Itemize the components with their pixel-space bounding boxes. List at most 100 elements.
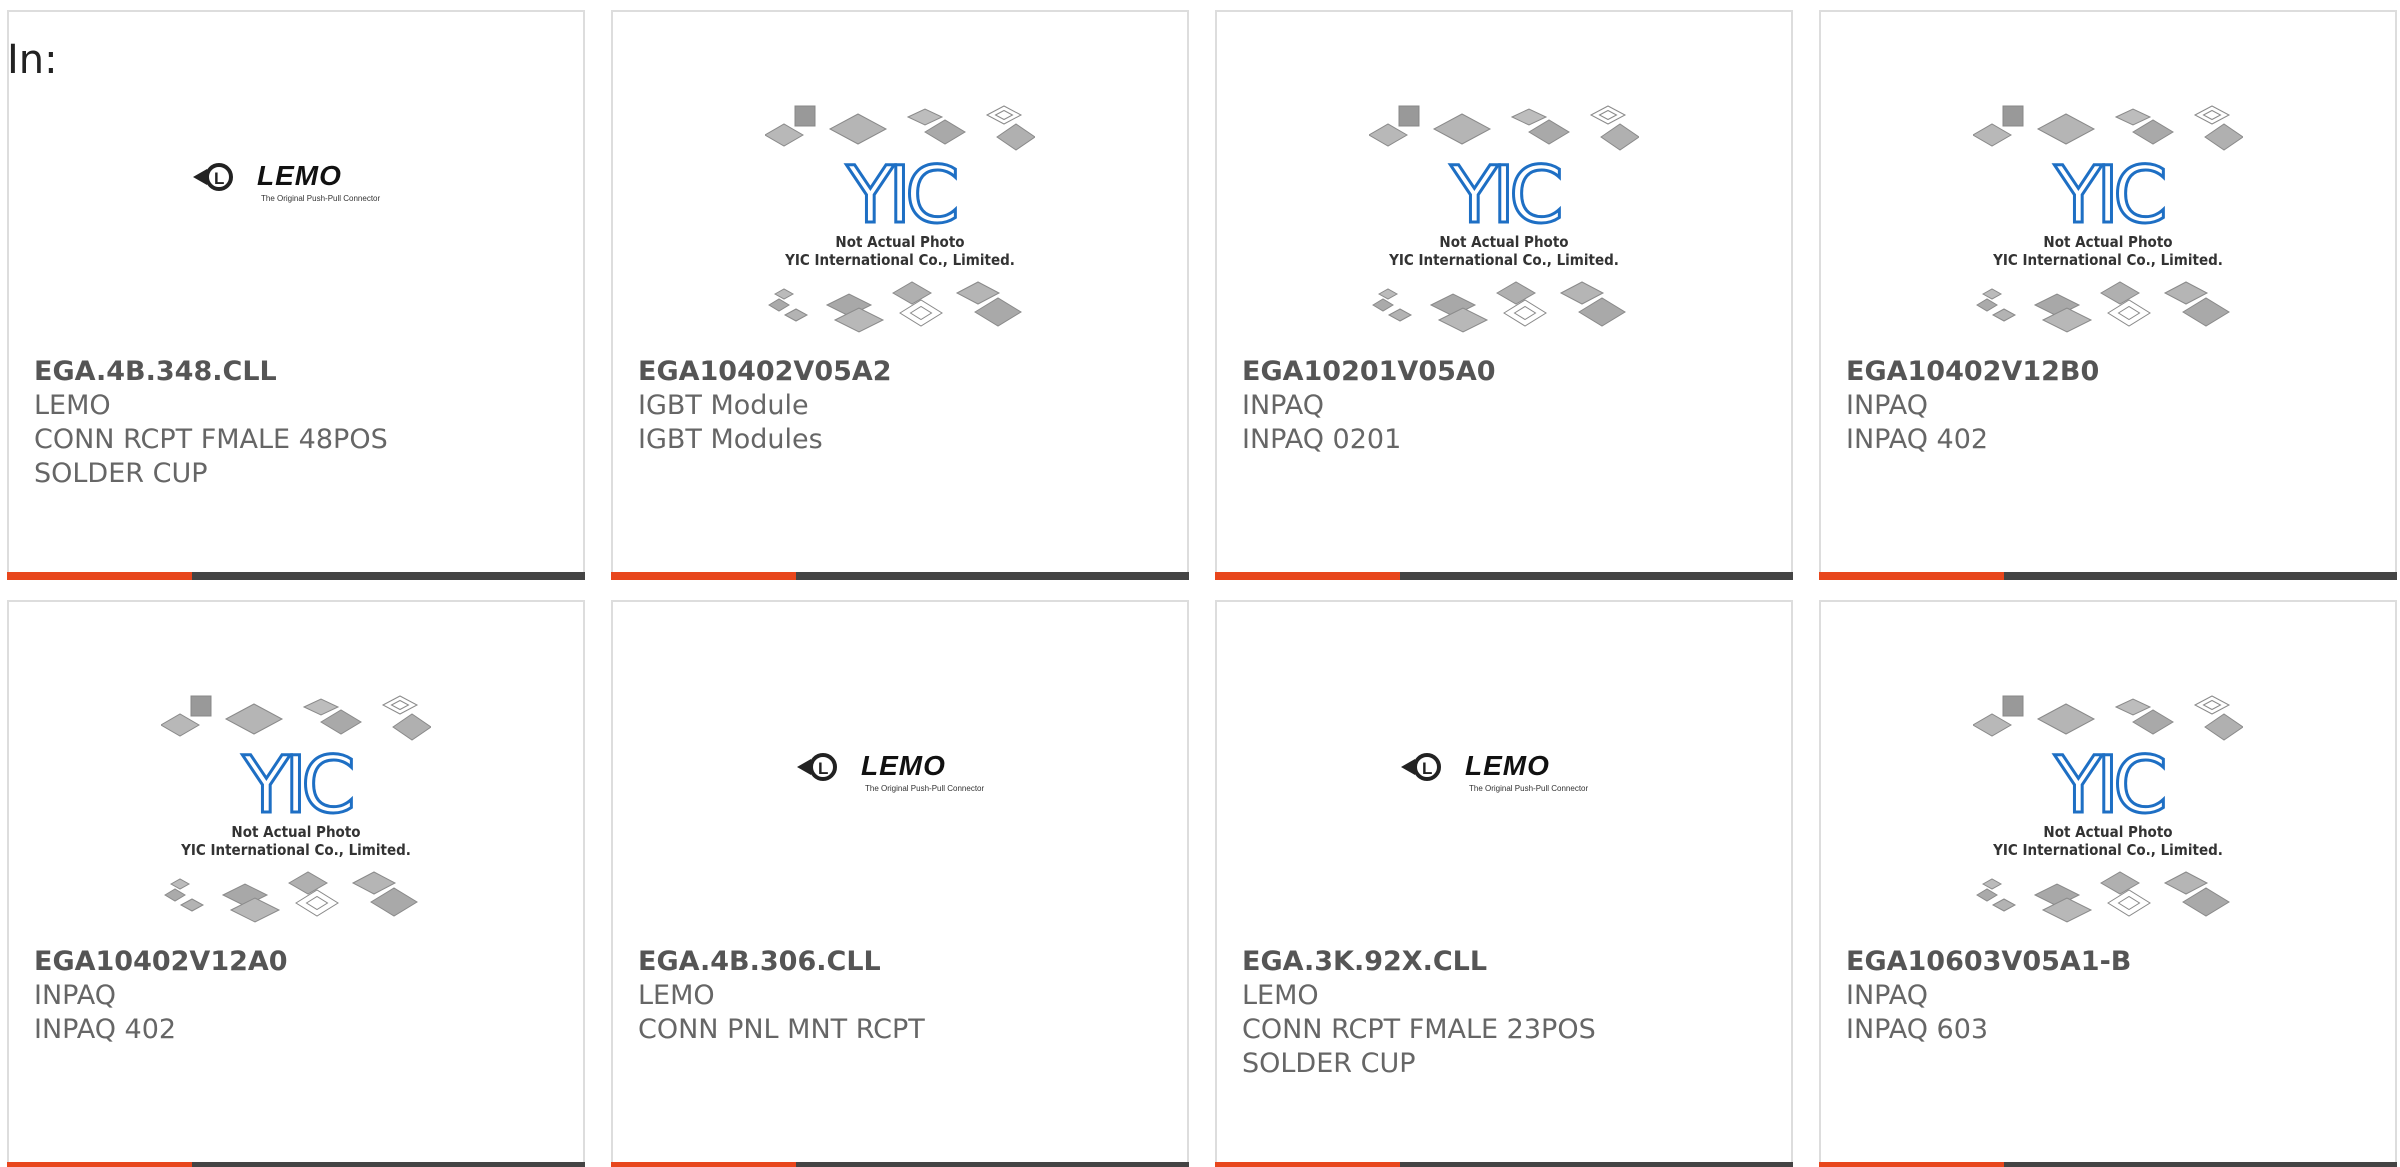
yic-logo: YIC <box>2053 151 2164 241</box>
product-card[interactable]: L LEMO The Original Push-Pull Connector EGA… <box>7 10 585 580</box>
product-info: EGA.3K.92X.CLL LEMO CONN RCPT FMALE 23POS S… <box>1242 945 1771 1081</box>
product-info: EGA10402V12B0 INPAQ INPAQ 402 <box>1846 355 2375 457</box>
product-image[interactable]: YIC Not Actual Photo YIC International Co.… <box>1821 602 2395 942</box>
description-line: SOLDER CUP <box>34 458 208 489</box>
card-accent-bar <box>7 1162 585 1167</box>
svg-text:LEMO: LEMO <box>257 160 342 191</box>
description-line: INPAQ 603 <box>1846 1014 1989 1045</box>
svg-text:Not Actual Photo: Not Actual Photo <box>1439 233 1568 251</box>
card-accent-highlight <box>7 1162 192 1167</box>
product-card[interactable]: YIC Not Actual Photo YIC International Co.… <box>1819 600 2397 1167</box>
description-line: INPAQ 0201 <box>1242 424 1402 455</box>
description-line: CONN RCPT FMALE 48POS <box>34 424 388 455</box>
card-accent-bar <box>7 572 585 580</box>
product-image[interactable]: YIC Not Actual Photo YIC International Co.… <box>1821 12 2395 352</box>
product-card[interactable]: YIC Not Actual Photo YIC International Co.… <box>1819 10 2397 580</box>
description-line: CONN PNL MNT RCPT <box>638 1014 925 1045</box>
part-number-link[interactable]: EGA.4B.306.CLL <box>638 945 1167 979</box>
card-accent-bar <box>1215 572 1793 580</box>
product-card[interactable]: YIC Not Actual Photo YIC International Co.… <box>611 10 1189 580</box>
description-line: IGBT Modules <box>638 424 823 455</box>
svg-text:Not Actual Photo: Not Actual Photo <box>2043 823 2172 841</box>
product-grid: L LEMO The Original Push-Pull Connector EGA… <box>7 10 2400 1167</box>
product-image[interactable]: L LEMO The Original Push-Pull Connector <box>613 602 1187 942</box>
card-accent-highlight <box>611 1162 796 1167</box>
yic-logo: YIC <box>845 151 956 241</box>
description-line: CONN RCPT FMALE 23POS <box>1242 1014 1596 1045</box>
description-line: SOLDER CUP <box>1242 1048 1416 1079</box>
part-number-link[interactable]: EGA10201V05A0 <box>1242 355 1771 389</box>
product-image[interactable]: L LEMO The Original Push-Pull Connector <box>9 12 583 352</box>
yic-placeholder-image: YICNot Actual PhotoYIC International Co.… <box>161 695 431 923</box>
svg-text:LEMO: LEMO <box>1465 750 1550 781</box>
card-accent-highlight <box>1215 572 1400 580</box>
manufacturer-label: INPAQ <box>1846 980 1928 1011</box>
product-image[interactable]: YIC Not Actual Photo YIC International Co.… <box>1217 12 1791 352</box>
description-line: INPAQ 402 <box>34 1014 177 1045</box>
svg-text:YIC International Co., Limited: YIC International Co., Limited. <box>1992 251 2223 269</box>
yic-placeholder-image: YICNot Actual PhotoYIC International Co.… <box>1973 105 2243 333</box>
product-image[interactable]: YIC Not Actual Photo YIC International Co.… <box>9 602 583 942</box>
manufacturer-label: LEMO <box>638 980 715 1011</box>
svg-text:The Original Push-Pull Connect: The Original Push-Pull Connector <box>1469 784 1589 793</box>
svg-text:Not Actual Photo: Not Actual Photo <box>2043 233 2172 251</box>
svg-text:YIC International Co., Limited: YIC International Co., Limited. <box>1992 841 2223 859</box>
card-accent-bar <box>611 1162 1189 1167</box>
part-number-link[interactable]: EGA.4B.348.CLL <box>34 355 563 389</box>
card-accent-bar <box>611 572 1189 580</box>
card-accent-bar <box>1215 1162 1793 1167</box>
manufacturer-label: INPAQ <box>34 980 116 1011</box>
card-accent-highlight <box>1215 1162 1400 1167</box>
lemo-logo: L LEMO The Original Push-Pull Connector <box>1401 750 1589 793</box>
manufacturer-label: LEMO <box>1242 980 1319 1011</box>
card-accent-bar <box>1819 572 2397 580</box>
svg-text:The Original Push-Pull Connect: The Original Push-Pull Connector <box>261 194 381 203</box>
description-line: INPAQ 402 <box>1846 424 1989 455</box>
yic-placeholder-image: YICNot Actual PhotoYIC International Co.… <box>765 105 1035 333</box>
card-accent-highlight <box>7 572 192 580</box>
card-accent-bar <box>1819 1162 2397 1167</box>
product-info: EGA10402V05A2 IGBT Module IGBT Modules <box>638 355 1167 457</box>
manufacturer-label: IGBT Module <box>638 390 809 421</box>
filter-in-label: In: <box>7 37 58 83</box>
svg-text:Not Actual Photo: Not Actual Photo <box>231 823 360 841</box>
card-accent-highlight <box>1819 572 2004 580</box>
product-image[interactable]: L LEMO The Original Push-Pull Connector <box>1217 602 1791 942</box>
part-number-link[interactable]: EGA10402V12B0 <box>1846 355 2375 389</box>
part-number-link[interactable]: EGA10402V05A2 <box>638 355 1167 389</box>
svg-text:L: L <box>1422 759 1432 778</box>
product-card[interactable]: L LEMO The Original Push-Pull Connector EGA… <box>1215 600 1793 1167</box>
product-card[interactable]: L LEMO The Original Push-Pull Connector EGA… <box>611 600 1189 1167</box>
product-card[interactable]: YIC Not Actual Photo YIC International Co.… <box>7 600 585 1167</box>
svg-text:YIC International Co., Limited: YIC International Co., Limited. <box>784 251 1015 269</box>
product-info: EGA10402V12A0 INPAQ INPAQ 402 <box>34 945 563 1047</box>
product-info: EGA.4B.348.CLL LEMO CONN RCPT FMALE 48POS S… <box>34 355 563 491</box>
product-info: EGA10201V05A0 INPAQ INPAQ 0201 <box>1242 355 1771 457</box>
svg-text:YIC International Co., Limited: YIC International Co., Limited. <box>1388 251 1619 269</box>
yic-logo: YIC <box>1449 151 1560 241</box>
svg-text:L: L <box>214 169 224 188</box>
manufacturer-label: INPAQ <box>1846 390 1928 421</box>
manufacturer-label: LEMO <box>34 390 111 421</box>
product-info: EGA.4B.306.CLL LEMO CONN PNL MNT RCPT <box>638 945 1167 1047</box>
product-card[interactable]: YIC Not Actual Photo YIC International Co.… <box>1215 10 1793 580</box>
svg-text:LEMO: LEMO <box>861 750 946 781</box>
product-grid-page: In: L LEMO The Original Push-Pull Connecto… <box>0 0 2400 1167</box>
lemo-logo: L LEMO The Original Push-Pull Connector <box>797 750 985 793</box>
svg-text:YIC International Co., Limited: YIC International Co., Limited. <box>180 841 411 859</box>
yic-placeholder-image: YICNot Actual PhotoYIC International Co.… <box>1973 695 2243 923</box>
card-accent-highlight <box>1819 1162 2004 1167</box>
yic-logo: YIC <box>2053 741 2164 831</box>
manufacturer-label: INPAQ <box>1242 390 1324 421</box>
product-image[interactable]: YIC Not Actual Photo YIC International Co.… <box>613 12 1187 352</box>
product-info: EGA10603V05A1-B INPAQ INPAQ 603 <box>1846 945 2375 1047</box>
yic-placeholder-image: YICNot Actual PhotoYIC International Co.… <box>1369 105 1639 333</box>
svg-text:L: L <box>818 759 828 778</box>
part-number-link[interactable]: EGA10603V05A1-B <box>1846 945 2375 979</box>
part-number-link[interactable]: EGA.3K.92X.CLL <box>1242 945 1771 979</box>
part-number-link[interactable]: EGA10402V12A0 <box>34 945 563 979</box>
lemo-logo: L LEMO The Original Push-Pull Connector <box>193 160 381 203</box>
svg-text:The Original Push-Pull Connect: The Original Push-Pull Connector <box>865 784 985 793</box>
svg-text:Not Actual Photo: Not Actual Photo <box>835 233 964 251</box>
yic-logo: YIC <box>241 741 352 831</box>
